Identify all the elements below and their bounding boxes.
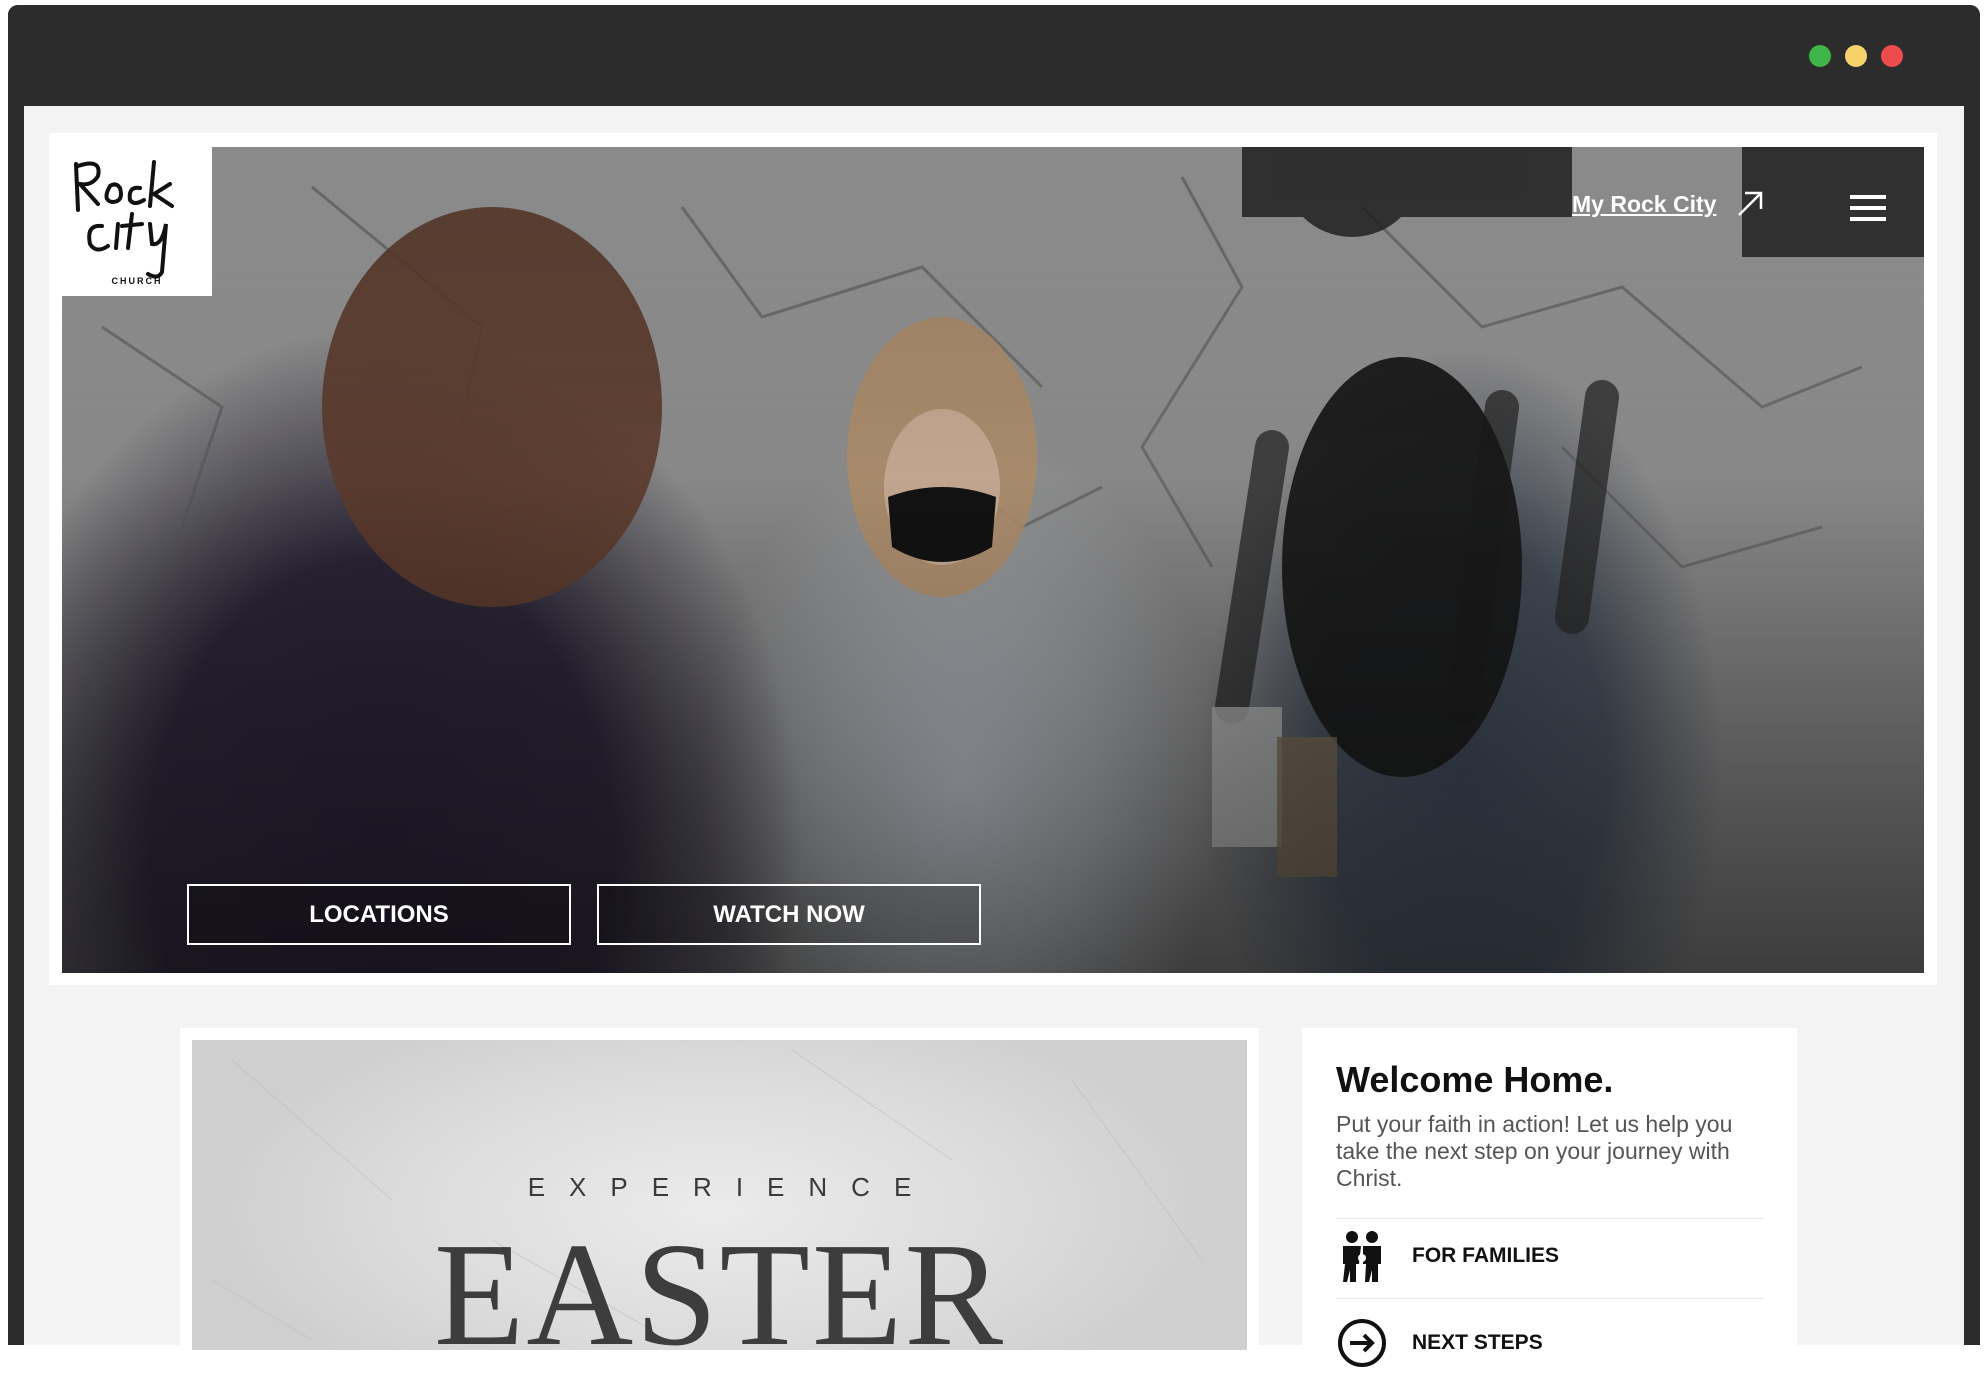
next-steps-label: NEXT STEPS [1412,1331,1543,1354]
my-rock-city-link[interactable]: My Rock City [1572,190,1764,218]
arrow-circle-icon [1336,1317,1388,1369]
menu-bar [1850,206,1886,210]
menu-bar [1850,195,1886,199]
easter-banner-image: EXPERIENCE EASTER [192,1040,1247,1350]
watch-now-button[interactable]: WATCH NOW [597,884,981,945]
hero-image [62,147,1924,973]
easter-title: EASTER [433,1213,1006,1350]
for-families-label: FOR FAMILIES [1412,1244,1559,1267]
close-button[interactable] [1881,45,1903,67]
svg-text:CHURCH: CHURCH [112,276,163,286]
menu-bar [1850,217,1886,221]
welcome-text: Put your faith in action! Let us help yo… [1336,1111,1733,1191]
church-logo[interactable]: CHURCH [62,144,212,296]
church-logo-mark: CHURCH [74,160,174,286]
divider [1336,1218,1764,1219]
my-rock-city-label: My Rock City [1572,190,1717,217]
next-steps-link[interactable]: NEXT STEPS [1336,1308,1764,1378]
welcome-card: Welcome Home. Put your faith in action! … [1302,1028,1797,1367]
locations-button[interactable]: LOCATIONS [187,884,571,945]
family-icon [1336,1230,1388,1282]
hero-frame [49,133,1937,985]
easter-kicker: EXPERIENCE [527,1172,936,1202]
for-families-link[interactable]: FOR FAMILIES [1336,1221,1764,1291]
easter-feature-card[interactable]: EXPERIENCE EASTER [180,1028,1259,1350]
welcome-title: Welcome Home. [1336,1059,1614,1100]
divider [1336,1298,1764,1299]
hamburger-menu-button[interactable] [1850,195,1886,221]
browser-titlebar [8,5,1980,106]
maximize-button[interactable] [1809,45,1831,67]
hero-overlay [62,147,1924,973]
external-arrow-icon [1738,191,1763,216]
minimize-button[interactable] [1845,45,1867,67]
